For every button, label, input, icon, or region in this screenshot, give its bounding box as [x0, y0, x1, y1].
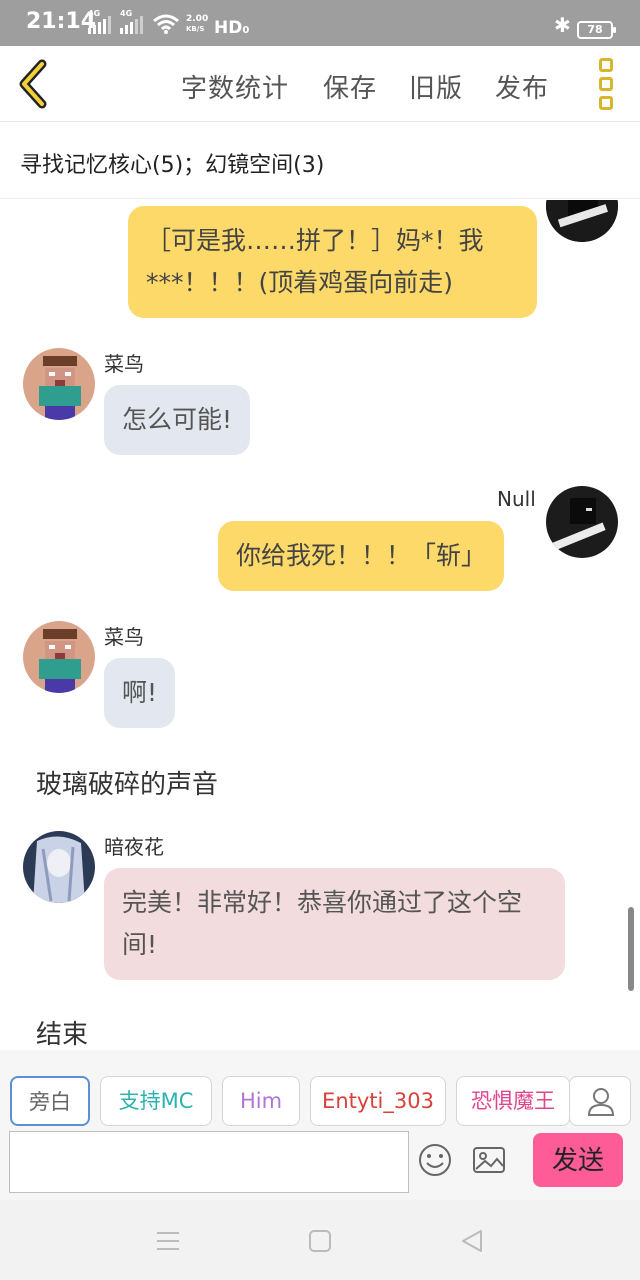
avatar-cainiao[interactable] — [23, 348, 95, 420]
message-bubble: 啊! — [104, 658, 176, 728]
add-role-button[interactable] — [569, 1076, 631, 1126]
home-icon[interactable] — [305, 1226, 335, 1256]
old-version-button[interactable]: 旧版 — [409, 68, 463, 105]
more-menu-icon[interactable] — [594, 58, 618, 110]
document-title: 寻找记忆核心(5)；幻镜空间(3) — [0, 123, 640, 199]
word-count-button[interactable]: 字数统计 — [181, 68, 289, 105]
narration-text: 结束 — [36, 1020, 89, 1050]
avatar-cainiao[interactable] — [23, 621, 95, 693]
narration-text: 玻璃破碎的声音 — [36, 770, 219, 800]
bluetooth-icon: ✱ — [554, 13, 571, 37]
editor-toolbar: 字数统计 保存 旧版 发布 — [0, 46, 640, 122]
signal-icon-2: 4G — [120, 9, 143, 34]
save-button[interactable]: 保存 — [323, 68, 377, 105]
role-chip-support-mc[interactable]: 支持MC — [100, 1076, 212, 1126]
back-nav-icon[interactable] — [457, 1226, 487, 1256]
scrollbar[interactable] — [628, 907, 634, 991]
speaker-name: 菜鸟 — [104, 625, 144, 649]
message-bubble: ［可是我……拼了！］妈*！我***！！！(顶着鸡蛋向前走) — [128, 206, 537, 318]
hd-indicator: HD0 — [214, 18, 250, 38]
avatar-anyehua[interactable] — [23, 831, 95, 903]
message-bubble: 完美！非常好！恭喜你通过了这个空间! — [104, 868, 565, 980]
role-chip-fear-demon-king[interactable]: 恐惧魔王 — [456, 1076, 570, 1126]
message-input[interactable] — [9, 1131, 409, 1193]
speaker-name: 暗夜花 — [104, 835, 164, 859]
avatar-null[interactable] — [546, 486, 618, 558]
role-selector: 旁白 支持MC Him Entyti_303 恐惧魔王 — [0, 1050, 640, 1128]
emoji-icon[interactable] — [417, 1142, 453, 1178]
composer: 发送 — [0, 1128, 640, 1200]
image-icon[interactable] — [471, 1142, 507, 1178]
chat-area[interactable]: ［可是我……拼了！］妈*！我***！！！(顶着鸡蛋向前走) 菜鸟 怎么可能! N… — [0, 200, 640, 1050]
wifi-icon — [153, 14, 179, 34]
status-bar: 21:14 4G 4G 2.00 KB/S HD0 ✱ 78 — [0, 0, 640, 46]
user-icon — [587, 1088, 615, 1116]
publish-button[interactable]: 发布 — [495, 68, 549, 105]
network-speed: 2.00 KB/S — [186, 14, 209, 33]
send-button[interactable]: 发送 — [533, 1133, 623, 1187]
battery-indicator: 78 — [577, 21, 616, 39]
message-bubble: 怎么可能! — [104, 385, 251, 455]
status-time: 21:14 — [26, 9, 97, 34]
avatar-null[interactable] — [546, 200, 618, 242]
role-chip-entyti-303[interactable]: Entyti_303 — [310, 1076, 446, 1126]
back-icon[interactable] — [14, 58, 54, 110]
role-chip-him[interactable]: Him — [222, 1076, 300, 1126]
speaker-name: Null — [497, 487, 536, 511]
signal-icon: 4G — [88, 9, 111, 34]
role-chip-narrator[interactable]: 旁白 — [10, 1076, 90, 1126]
message-bubble: 你给我死！！！「斩」 — [218, 521, 505, 591]
system-navigation-bar — [0, 1200, 640, 1280]
speaker-name: 菜鸟 — [104, 352, 144, 376]
menu-icon[interactable] — [153, 1226, 183, 1256]
